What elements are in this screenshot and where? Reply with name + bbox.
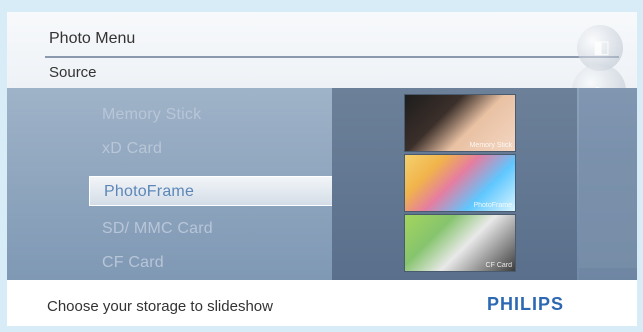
thumbnail-caption: Memory Stick [469, 142, 512, 149]
app-frame: Photo Menu Source ◧ ● Memory Stick xD Ca… [7, 12, 637, 326]
header-divider [45, 56, 619, 58]
thumbnail-image: CF Card [404, 214, 516, 272]
scrollbar-thumb[interactable] [579, 156, 637, 268]
source-item-sd-mmc-card[interactable]: SD/ MMC Card [102, 220, 213, 238]
thumbnail-caption: CF Card [485, 262, 512, 269]
footer: Choose your storage to slideshow PHILIPS [7, 280, 637, 326]
header: Photo Menu Source ◧ ● [7, 12, 637, 118]
source-item-photoframe[interactable]: PhotoFrame [89, 176, 333, 206]
source-item-memory-stick[interactable]: Memory Stick [102, 106, 201, 124]
footer-hint: Choose your storage to slideshow [47, 298, 273, 315]
source-list: Memory Stick xD Card PhotoFrame SD/ MMC … [7, 88, 333, 280]
brand-logo: PHILIPS [487, 294, 565, 314]
source-item-cf-card[interactable]: CF Card [102, 254, 164, 272]
source-item-xd-card[interactable]: xD Card [102, 140, 162, 158]
page-title: Photo Menu [49, 30, 136, 47]
thumbnail-image: Memory Stick [404, 94, 516, 152]
photo-icon-glyph: ◧ [593, 37, 611, 57]
thumbnail-caption: PhotoFrame [473, 202, 512, 209]
content-area: Memory Stick xD Card PhotoFrame SD/ MMC … [7, 88, 637, 280]
thumbnail-strip: Memory Stick PhotoFrame CF Card [404, 94, 516, 274]
thumbnail-image: PhotoFrame [404, 154, 516, 212]
page-subtitle: Source [49, 64, 97, 81]
